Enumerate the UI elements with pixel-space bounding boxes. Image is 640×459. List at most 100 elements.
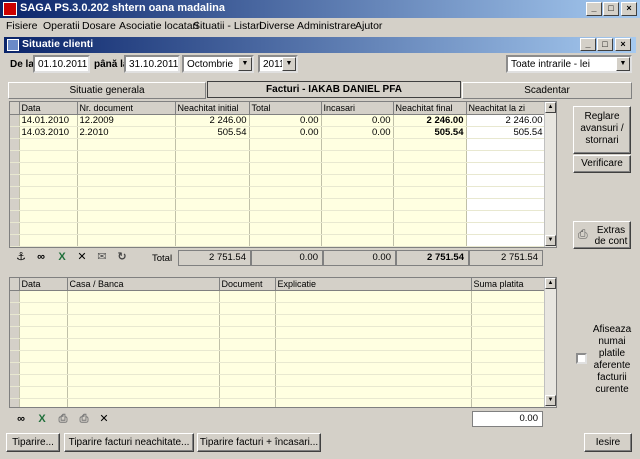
empty-cell[interactable] <box>219 386 276 399</box>
empty-cell[interactable] <box>275 362 472 375</box>
col-header-document[interactable]: Document <box>219 278 276 291</box>
empty-cell[interactable] <box>175 198 250 211</box>
empty-cell[interactable] <box>393 198 467 211</box>
empty-cell[interactable] <box>275 398 472 407</box>
empty-row[interactable] <box>10 374 546 387</box>
empty-cell[interactable] <box>219 374 276 387</box>
empty-cell[interactable] <box>67 326 220 339</box>
empty-cell[interactable] <box>175 174 250 187</box>
empty-cell[interactable] <box>471 302 546 315</box>
empty-cell[interactable] <box>393 186 467 199</box>
minimize-icon[interactable]: _ <box>586 2 602 16</box>
empty-cell[interactable] <box>275 302 472 315</box>
empty-cell[interactable] <box>175 186 250 199</box>
col-header-neachitat-initial[interactable]: Neachitat initial <box>175 102 250 115</box>
empty-cell[interactable] <box>471 374 546 387</box>
empty-cell[interactable] <box>77 174 176 187</box>
print-unpaid-button[interactable]: Tiparire facturi neachitate... <box>64 433 194 452</box>
window-minimize-icon[interactable]: _ <box>580 38 596 51</box>
empty-cell[interactable] <box>19 386 68 399</box>
invoices-grid[interactable]: Data Nr. document Neachitat initial Tota… <box>9 101 557 248</box>
print-icon[interactable]: ⎙ <box>56 413 70 426</box>
empty-cell[interactable] <box>275 338 472 351</box>
empty-row[interactable] <box>10 326 546 339</box>
empty-row[interactable] <box>10 350 546 363</box>
only-current-invoice-checkbox[interactable] <box>576 353 587 364</box>
empty-cell[interactable] <box>67 314 220 327</box>
empty-cell[interactable] <box>249 234 322 247</box>
cell-data[interactable]: 14.01.2010 <box>19 114 78 127</box>
empty-cell[interactable] <box>10 350 20 363</box>
empty-cell[interactable] <box>10 314 20 327</box>
menu-ajutor[interactable]: Ajutor <box>355 20 382 32</box>
empty-cell[interactable] <box>275 374 472 387</box>
cell-neachitat-la-zi[interactable]: 2 246.00 <box>466 114 546 127</box>
empty-cell[interactable] <box>175 162 250 175</box>
vertical-scrollbar[interactable]: ▲ ▼ <box>544 102 556 247</box>
empty-cell[interactable] <box>249 198 322 211</box>
empty-cell[interactable] <box>19 362 68 375</box>
scroll-up-icon[interactable]: ▲ <box>545 102 556 113</box>
empty-cell[interactable] <box>10 150 20 163</box>
empty-cell[interactable] <box>19 234 78 247</box>
empty-cell[interactable] <box>471 398 546 407</box>
empty-cell[interactable] <box>19 326 68 339</box>
empty-cell[interactable] <box>19 210 78 223</box>
empty-cell[interactable] <box>19 174 78 187</box>
empty-cell[interactable] <box>466 174 546 187</box>
empty-cell[interactable] <box>466 198 546 211</box>
empty-row[interactable] <box>10 210 546 223</box>
empty-cell[interactable] <box>219 338 276 351</box>
empty-row[interactable] <box>10 338 546 351</box>
tab-scadentar[interactable]: Scadentar <box>462 82 632 99</box>
empty-cell[interactable] <box>19 186 78 199</box>
payments-grid[interactable]: Data Casa / Banca Document Explicatie Su… <box>9 277 557 408</box>
empty-cell[interactable] <box>10 398 20 407</box>
scroll-down-icon[interactable]: ▼ <box>545 235 556 246</box>
menu-fisiere[interactable]: Fisiere <box>6 20 38 32</box>
type-select[interactable]: Toate intrarile - lei ▼ <box>506 55 632 73</box>
empty-cell[interactable] <box>19 302 68 315</box>
empty-cell[interactable] <box>77 150 176 163</box>
empty-cell[interactable] <box>10 326 20 339</box>
empty-cell[interactable] <box>10 198 20 211</box>
empty-cell[interactable] <box>10 338 20 351</box>
menu-administrare[interactable]: Administrare <box>297 20 356 32</box>
cell-neachitat-initial[interactable]: 505.54 <box>175 126 250 139</box>
empty-cell[interactable] <box>10 234 20 247</box>
empty-cell[interactable] <box>466 162 546 175</box>
close-icon[interactable]: × <box>621 2 637 16</box>
empty-cell[interactable] <box>219 314 276 327</box>
empty-cell[interactable] <box>175 222 250 235</box>
print-button[interactable]: Tiparire... <box>6 433 60 452</box>
empty-cell[interactable] <box>393 174 467 187</box>
maximize-icon[interactable]: □ <box>603 2 619 16</box>
empty-cell[interactable] <box>466 186 546 199</box>
print-preview-icon[interactable]: ⎙ <box>77 413 91 426</box>
empty-cell[interactable] <box>77 138 176 151</box>
empty-cell[interactable] <box>19 222 78 235</box>
empty-cell[interactable] <box>471 314 546 327</box>
empty-row[interactable] <box>10 222 546 235</box>
chevron-down-icon[interactable]: ▼ <box>238 57 252 71</box>
empty-row[interactable] <box>10 362 546 375</box>
empty-row[interactable] <box>10 174 546 187</box>
empty-cell[interactable] <box>249 162 322 175</box>
empty-row[interactable] <box>10 290 546 303</box>
empty-row[interactable] <box>10 386 546 399</box>
cell-incasari[interactable]: 0.00 <box>321 114 394 127</box>
empty-cell[interactable] <box>321 150 394 163</box>
extras-button[interactable]: ⎙ Extras de cont <box>573 221 631 249</box>
empty-cell[interactable] <box>275 350 472 363</box>
exit-button[interactable]: Iesire <box>584 433 632 452</box>
excel-icon[interactable]: X <box>35 413 49 426</box>
empty-cell[interactable] <box>471 350 546 363</box>
cell-neachitat-final[interactable]: 505.54 <box>393 126 467 139</box>
col-header-data[interactable]: Data <box>19 278 68 291</box>
empty-cell[interactable] <box>466 150 546 163</box>
empty-cell[interactable] <box>393 138 467 151</box>
empty-cell[interactable] <box>466 210 546 223</box>
empty-cell[interactable] <box>249 186 322 199</box>
empty-cell[interactable] <box>19 374 68 387</box>
empty-cell[interactable] <box>10 362 20 375</box>
